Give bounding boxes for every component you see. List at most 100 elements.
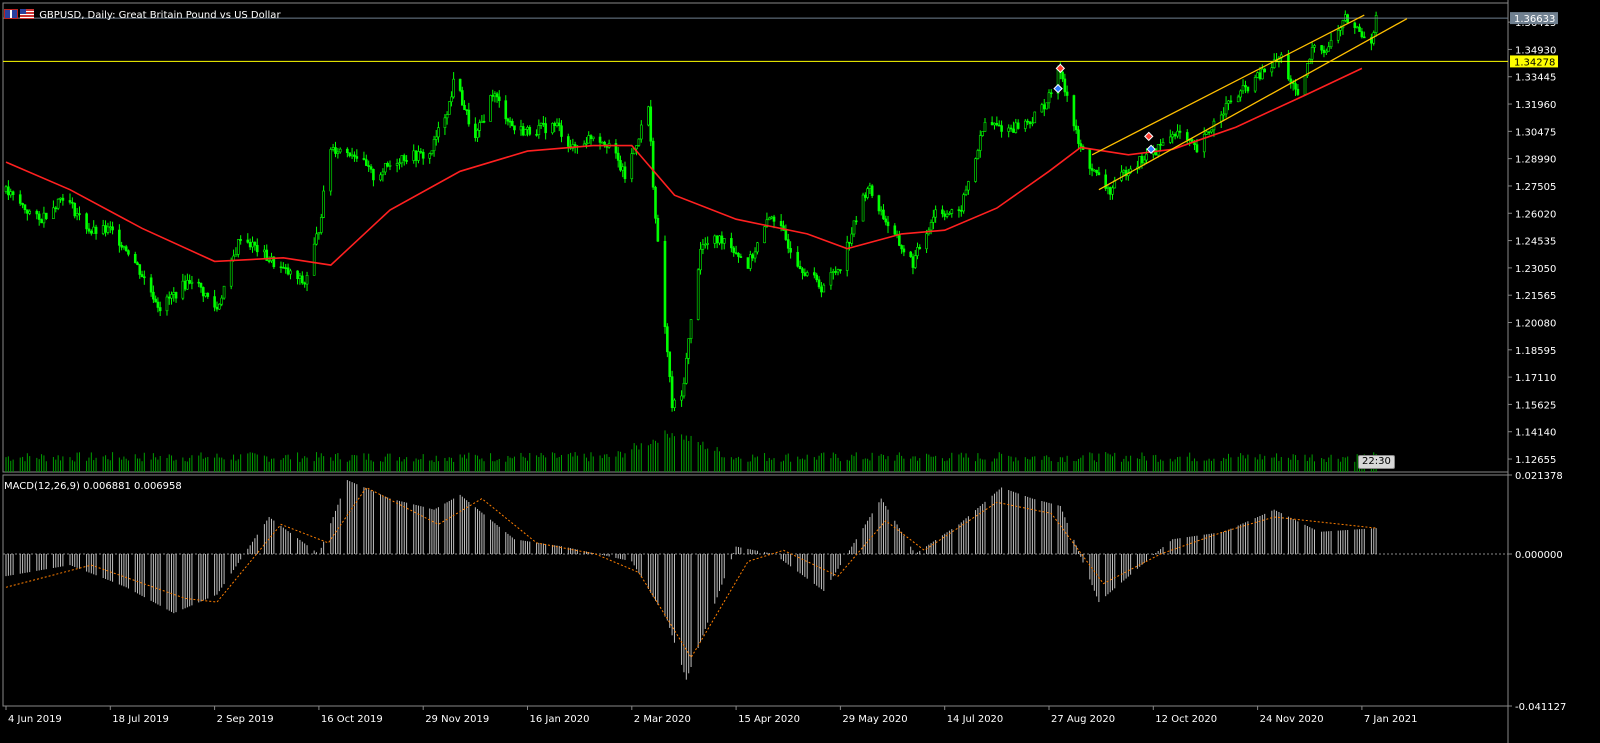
candle-body — [336, 151, 340, 154]
candle-body — [990, 122, 994, 126]
candle-body — [680, 395, 683, 401]
candle-body — [152, 291, 155, 300]
candle-body — [239, 239, 242, 241]
candle-body — [434, 136, 438, 140]
candle-body — [528, 127, 532, 135]
candle-body — [715, 235, 719, 244]
candle-body — [1360, 31, 1364, 38]
candle-body — [197, 281, 201, 284]
candle-body — [751, 254, 754, 259]
candle-body — [11, 191, 15, 195]
us-flag-icon — [20, 9, 34, 19]
price-tick-label: 1.31960 — [1515, 100, 1556, 111]
candle-body — [40, 219, 43, 224]
candle-body — [181, 280, 185, 299]
candle-body — [1023, 120, 1027, 129]
candle-body — [1171, 134, 1175, 138]
candle-body — [255, 244, 259, 253]
candle-body — [367, 165, 370, 167]
candle-body — [1095, 169, 1098, 173]
candle-body — [868, 185, 872, 189]
candle-body — [544, 123, 547, 134]
candle-body — [365, 159, 368, 166]
candle-body — [1026, 120, 1029, 123]
candle-body — [109, 226, 112, 229]
candle-body — [687, 338, 690, 359]
candle-body — [284, 267, 288, 269]
time-tick-label: 16 Jan 2020 — [530, 714, 590, 725]
candle-body — [945, 213, 949, 217]
candle-body — [829, 272, 833, 286]
price-tick-label: 1.20080 — [1515, 318, 1556, 329]
candle-body — [651, 140, 655, 188]
price-panel-frame — [2, 2, 1509, 473]
candle-body — [682, 382, 686, 397]
candle-body — [1045, 102, 1048, 110]
candle-body — [350, 154, 354, 157]
candle-body — [1320, 45, 1323, 51]
candle-body — [1346, 14, 1349, 24]
candle-body — [35, 210, 39, 215]
candle-body — [916, 247, 919, 257]
time-tick-label: 2 Mar 2020 — [634, 714, 691, 725]
candle-body — [450, 96, 453, 103]
macd-tick-label: 0.021378 — [1515, 471, 1563, 482]
candle-body — [1016, 122, 1020, 129]
candle-body — [909, 251, 912, 257]
candle-body — [932, 216, 935, 223]
candle-body — [670, 376, 674, 409]
candle-body — [143, 276, 146, 279]
candle-body — [61, 197, 65, 201]
candle-body — [666, 326, 669, 353]
macd-name: MACD(12,26,9) — [4, 481, 80, 492]
candle-body — [656, 218, 660, 242]
candle-body — [850, 233, 854, 244]
candle-body — [267, 260, 271, 262]
candle-body — [461, 90, 464, 106]
candle-body — [78, 213, 81, 215]
candle-body — [993, 122, 996, 126]
candle-body — [1090, 168, 1094, 171]
candle-body — [789, 248, 792, 253]
candle-body — [1047, 92, 1051, 104]
candle-body — [506, 118, 510, 122]
candle-body — [964, 189, 968, 195]
candle-body — [465, 109, 468, 111]
candle-body — [978, 135, 982, 151]
price-tick-label: 1.12655 — [1515, 455, 1556, 466]
candle-body — [1049, 92, 1053, 95]
bar-countdown-badge: 22:30 — [1358, 455, 1395, 469]
candle-body — [1000, 125, 1003, 132]
candle-body — [215, 306, 219, 310]
candle-body — [772, 216, 776, 222]
candle-body — [1336, 29, 1340, 41]
candle-body — [497, 96, 501, 101]
candle-body — [1270, 67, 1274, 73]
candle-body — [801, 268, 804, 274]
candle-body — [263, 249, 266, 253]
candle-body — [1063, 78, 1067, 93]
price-tick-label: 1.33445 — [1515, 73, 1556, 84]
candle-body — [591, 136, 595, 140]
candle-body — [229, 259, 233, 287]
candle-body — [111, 226, 114, 231]
candle-body — [639, 124, 643, 140]
candle-body — [1178, 130, 1182, 133]
candle-body — [601, 141, 604, 144]
macd-panel-frame — [2, 474, 1509, 707]
candle-body — [943, 213, 947, 217]
candle-body — [822, 284, 826, 293]
candle-body — [598, 136, 602, 143]
candle-body — [1261, 68, 1264, 80]
chart-header: GBPUSD, Daily: Great Britain Pound vs US… — [4, 9, 281, 21]
candle-body — [417, 151, 420, 161]
candle-body — [796, 251, 800, 267]
candle-body — [537, 125, 541, 135]
candle-body — [649, 106, 653, 142]
candle-body — [463, 104, 466, 110]
candle-body — [845, 241, 849, 271]
candle-body — [770, 216, 773, 219]
candle-body — [879, 209, 883, 212]
candle-body — [852, 220, 856, 235]
candle-body — [1344, 14, 1347, 21]
